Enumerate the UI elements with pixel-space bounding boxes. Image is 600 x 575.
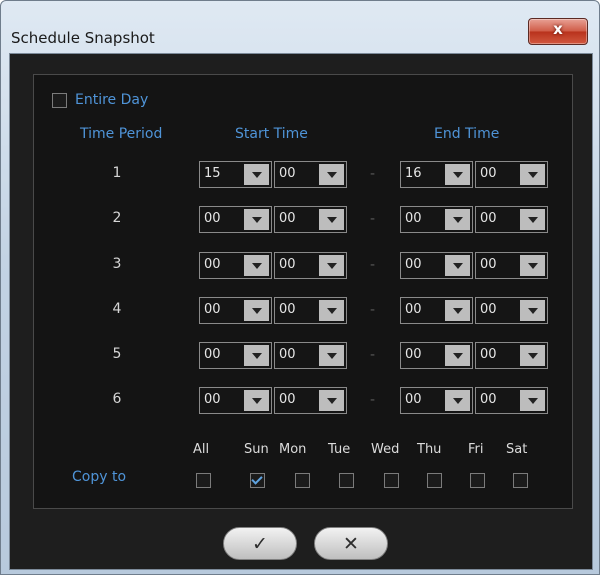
- schedule-snapshot-dialog: Schedule Snapshot x Entire Day Time Peri…: [0, 0, 600, 575]
- day-label-sun: Sun: [244, 442, 269, 457]
- copy-to-label: Copy to: [72, 469, 127, 485]
- title-bar[interactable]: Schedule Snapshot x: [1, 1, 599, 53]
- chevron-down-icon[interactable]: [319, 209, 344, 230]
- end-minute-select[interactable]: 00: [475, 206, 548, 233]
- time-separator: -: [370, 257, 376, 273]
- row-number: 2: [112, 210, 122, 226]
- chevron-down-icon[interactable]: [520, 164, 545, 185]
- end-time-header: End Time: [434, 126, 500, 142]
- time-separator: -: [370, 211, 376, 227]
- end-hour-select[interactable]: 00: [400, 206, 473, 233]
- chevron-down-icon[interactable]: [244, 255, 269, 276]
- start-hour-select[interactable]: 00: [199, 342, 272, 369]
- close-icon: x: [553, 20, 563, 38]
- chevron-down-icon[interactable]: [244, 209, 269, 230]
- chevron-down-icon[interactable]: [319, 345, 344, 366]
- chevron-down-icon[interactable]: [319, 164, 344, 185]
- chevron-down-icon[interactable]: [244, 390, 269, 411]
- start-minute-select[interactable]: 00: [274, 161, 347, 188]
- day-label-all: All: [193, 442, 210, 457]
- end-hour-select[interactable]: 00: [400, 252, 473, 279]
- time-separator: -: [370, 347, 376, 363]
- schedule-panel: Entire Day Time Period Start Time End Ti…: [33, 74, 573, 509]
- start-hour-select[interactable]: 00: [199, 387, 272, 414]
- entire-day-label: Entire Day: [75, 92, 149, 108]
- chevron-down-icon[interactable]: [520, 209, 545, 230]
- start-minute-select[interactable]: 00: [274, 297, 347, 324]
- row-number: 1: [112, 165, 122, 181]
- copy-mon-checkbox[interactable]: [295, 473, 310, 488]
- day-label-fri: Fri: [468, 442, 484, 457]
- copy-thu-checkbox[interactable]: [427, 473, 442, 488]
- start-hour-select[interactable]: 15: [199, 161, 272, 188]
- chevron-down-icon[interactable]: [244, 345, 269, 366]
- time-separator: -: [370, 302, 376, 318]
- copy-sat-checkbox[interactable]: [513, 473, 528, 488]
- chevron-down-icon[interactable]: [319, 300, 344, 321]
- entire-day-checkbox[interactable]: [52, 93, 67, 108]
- cross-icon: ✕: [343, 533, 359, 555]
- chevron-down-icon[interactable]: [445, 390, 470, 411]
- start-hour-select[interactable]: 00: [199, 252, 272, 279]
- day-label-thu: Thu: [417, 442, 442, 457]
- chevron-down-icon[interactable]: [319, 255, 344, 276]
- chevron-down-icon[interactable]: [445, 209, 470, 230]
- chevron-down-icon[interactable]: [445, 255, 470, 276]
- chevron-down-icon[interactable]: [319, 390, 344, 411]
- day-label-mon: Mon: [279, 442, 307, 457]
- end-minute-select[interactable]: 00: [475, 161, 548, 188]
- end-hour-select[interactable]: 00: [400, 342, 473, 369]
- day-label-tue: Tue: [328, 442, 351, 457]
- start-hour-select[interactable]: 00: [199, 297, 272, 324]
- chevron-down-icon[interactable]: [445, 300, 470, 321]
- day-label-wed: Wed: [371, 442, 400, 457]
- copy-fri-checkbox[interactable]: [470, 473, 485, 488]
- time-separator: -: [370, 392, 376, 408]
- start-minute-select[interactable]: 00: [274, 387, 347, 414]
- start-minute-select[interactable]: 00: [274, 206, 347, 233]
- copy-sun-checkbox[interactable]: [250, 473, 265, 488]
- end-hour-select[interactable]: 00: [400, 297, 473, 324]
- time-period-header: Time Period: [80, 126, 163, 142]
- row-number: 3: [112, 256, 122, 272]
- day-label-sat: Sat: [506, 442, 528, 457]
- copy-tue-checkbox[interactable]: [339, 473, 354, 488]
- time-separator: -: [370, 166, 376, 182]
- close-button[interactable]: x: [528, 18, 588, 45]
- row-number: 6: [112, 391, 122, 407]
- start-time-header: Start Time: [235, 126, 308, 142]
- chevron-down-icon[interactable]: [520, 255, 545, 276]
- start-minute-select[interactable]: 00: [274, 342, 347, 369]
- end-minute-select[interactable]: 00: [475, 252, 548, 279]
- row-number: 5: [112, 346, 122, 362]
- chevron-down-icon[interactable]: [520, 390, 545, 411]
- chevron-down-icon[interactable]: [445, 164, 470, 185]
- chevron-down-icon[interactable]: [520, 345, 545, 366]
- chevron-down-icon[interactable]: [244, 164, 269, 185]
- chevron-down-icon[interactable]: [520, 300, 545, 321]
- checkmark-icon: ✓: [252, 533, 268, 555]
- start-minute-select[interactable]: 00: [274, 252, 347, 279]
- dialog-client-area: Entire Day Time Period Start Time End Ti…: [9, 53, 593, 570]
- chevron-down-icon[interactable]: [445, 345, 470, 366]
- end-minute-select[interactable]: 00: [475, 297, 548, 324]
- end-hour-select[interactable]: 16: [400, 161, 473, 188]
- window-title: Schedule Snapshot: [11, 29, 155, 47]
- copy-wed-checkbox[interactable]: [384, 473, 399, 488]
- row-number: 4: [112, 301, 122, 317]
- end-hour-select[interactable]: 00: [400, 387, 473, 414]
- copy-all-checkbox[interactable]: [196, 473, 211, 488]
- end-minute-select[interactable]: 00: [475, 342, 548, 369]
- start-hour-select[interactable]: 00: [199, 206, 272, 233]
- chevron-down-icon[interactable]: [244, 300, 269, 321]
- cancel-button[interactable]: ✕: [314, 527, 388, 560]
- end-minute-select[interactable]: 00: [475, 387, 548, 414]
- ok-button[interactable]: ✓: [223, 527, 297, 560]
